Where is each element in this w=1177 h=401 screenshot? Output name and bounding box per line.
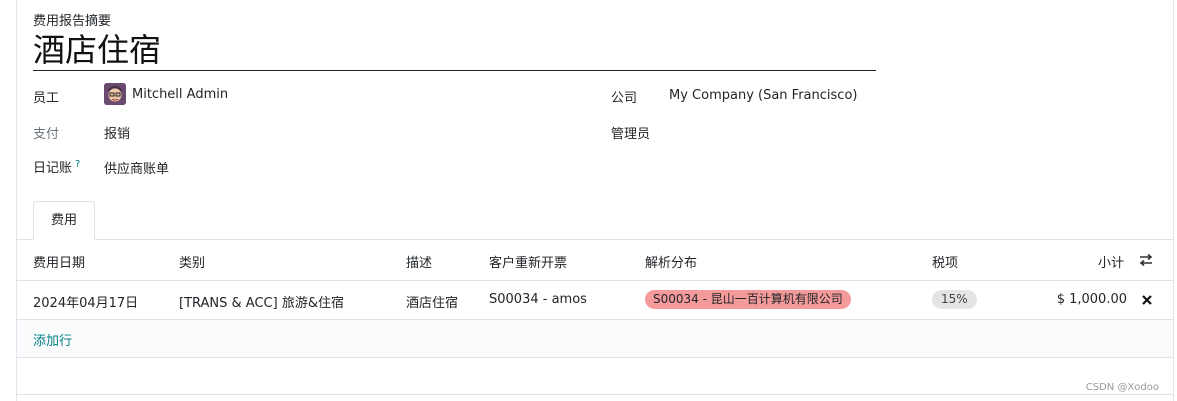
header-reinvoice[interactable]: 客户重新开票 (489, 252, 567, 271)
table-row[interactable]: 2024年04月17日 [TRANS & ACC] 旅游&住宿 酒店住宿 S00… (17, 281, 1173, 320)
manager-label: 管理员 (611, 127, 651, 142)
title-field[interactable]: 酒店住宿 (33, 30, 876, 71)
avatar (104, 83, 126, 105)
employee-value[interactable]: Mitchell Admin (132, 87, 228, 102)
header-analytic[interactable]: 解析分布 (645, 252, 697, 271)
add-line-row: 添加行 (17, 320, 1173, 358)
payment-label: 支付 (33, 127, 60, 142)
header-category[interactable]: 类别 (179, 252, 205, 271)
page-title[interactable]: 酒店住宿 (33, 30, 876, 70)
tax-tag[interactable]: 15% (932, 290, 977, 309)
form-sheet: 费用报告摘要 酒店住宿 员工 Mitchell Admin 支付 报销 日记账?… (16, 0, 1174, 401)
header-tax[interactable]: 税项 (932, 252, 958, 271)
cell-reinvoice[interactable]: S00034 - amos (489, 292, 587, 307)
form-breadcrumb-label: 费用报告摘要 (33, 14, 112, 29)
journal-label: 日记账? (33, 157, 80, 176)
cell-description[interactable]: 酒店住宿 (406, 292, 458, 311)
company-label: 公司 (611, 91, 638, 106)
table-bottom-divider (17, 394, 1173, 395)
employee-label: 员工 (33, 91, 60, 106)
analytic-tag[interactable]: S00034 - 昆山一百计算机有限公司 (645, 290, 851, 309)
cell-subtotal[interactable]: $ 1,000.00 (1057, 292, 1127, 307)
delete-row-icon[interactable] (1141, 294, 1153, 306)
header-description[interactable]: 描述 (406, 252, 432, 271)
header-date[interactable]: 费用日期 (33, 252, 85, 271)
add-line-link[interactable]: 添加行 (33, 330, 72, 349)
journal-value[interactable]: 供应商账单 (104, 158, 169, 177)
help-icon[interactable]: ? (75, 159, 80, 170)
table-header: 费用日期 类别 描述 客户重新开票 解析分布 税项 小计 (17, 240, 1173, 281)
cell-date[interactable]: 2024年04月17日 (33, 292, 138, 311)
optional-columns-icon[interactable] (1138, 253, 1154, 267)
tab-expenses[interactable]: 费用 (33, 201, 95, 241)
company-value[interactable]: My Company (San Francisco) (669, 88, 857, 103)
journal-label-text: 日记账 (33, 161, 73, 176)
cell-category[interactable]: [TRANS & ACC] 旅游&住宿 (179, 292, 344, 311)
header-subtotal[interactable]: 小计 (1098, 252, 1124, 271)
watermark: CSDN @Xodoo (1085, 382, 1159, 393)
payment-value[interactable]: 报销 (104, 123, 130, 142)
